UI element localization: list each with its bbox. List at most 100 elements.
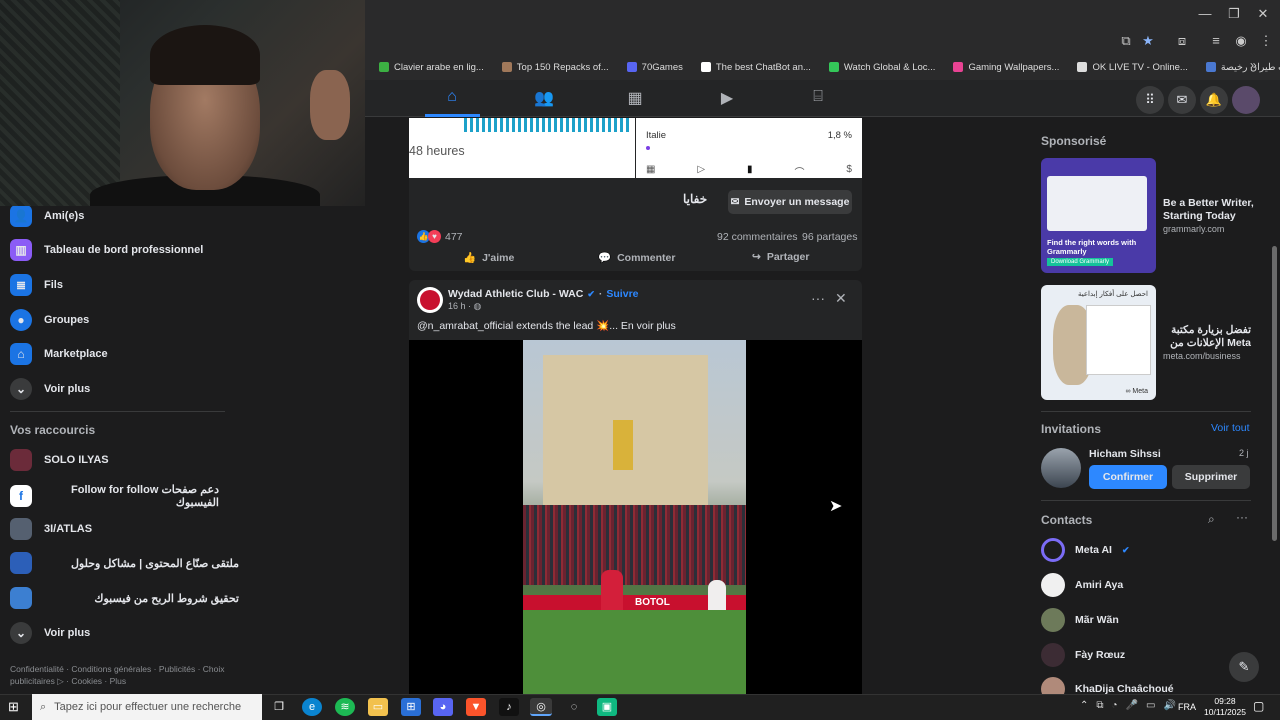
menu-grid-icon[interactable]: ⠿ [1136,86,1164,114]
more-options-icon[interactable]: ··· [811,290,825,306]
cast-icon[interactable]: ⧉ [1116,33,1136,51]
dashboard-icon[interactable]: ▦ [623,88,647,110]
bookmark[interactable]: OK LIVE TV - Online... [1073,57,1191,77]
store-icon[interactable]: ⊞ [401,698,421,716]
nav-marketplace[interactable]: ⌂ Marketplace [10,343,108,365]
video-icon[interactable]: ▶ [715,88,739,110]
scrollbar-thumb[interactable] [1272,246,1277,541]
sound-icon[interactable]: 🔊 [1163,700,1175,711]
notification-center-icon[interactable]: ▢ [1253,699,1264,713]
minimize-icon[interactable]: — [1190,6,1220,24]
page-scrollbar[interactable] [1268,118,1280,694]
ad-domain[interactable]: grammarly.com [1163,224,1224,234]
invite-name[interactable]: Hicham Sihssi [1089,448,1161,460]
friends-icon[interactable]: 👥 [532,88,556,110]
confirm-button[interactable]: Confirmer [1089,465,1167,489]
bookmark-star-icon[interactable]: ★ [1138,33,1158,51]
bookmark[interactable]: Watch Global & Loc... [825,57,940,77]
marketplace-icon[interactable]: ⌸ [806,88,830,110]
file-explorer-icon[interactable]: ▭ [368,698,388,716]
nav-feeds[interactable]: ≣ Fils [10,274,63,296]
shortcut-item[interactable]: تحقيق شروط الربح من فيسبوك [10,587,239,609]
sponsor-banner-text: BOTOL [635,597,670,608]
ad-image-grammarly[interactable]: Find the right words with Grammarly Down… [1041,158,1156,273]
tray-app-icon[interactable]: ⧉ [1096,700,1103,711]
profile-icon[interactable]: ◉ [1231,33,1251,51]
android-app-icon[interactable]: ▣ [597,698,617,716]
nav-professional-dashboard[interactable]: ▥ Tableau de bord professionnel [10,239,203,261]
bookmark[interactable]: The best ChatBot an... [697,57,815,77]
tiktok-icon[interactable]: ♪ [499,698,519,716]
clock[interactable]: 09:28 10/11/2025 [1200,696,1250,718]
network-icon[interactable]: ▭ [1146,700,1155,711]
contact-item[interactable]: Amiri Aya [1041,573,1123,597]
extensions-icon[interactable]: ⧈ [1172,33,1192,51]
shortcut-item[interactable]: f Follow for follow دعم صفحات الفيسبوك [10,483,219,509]
messenger-icon[interactable]: ✉ [1168,86,1196,114]
footer-links[interactable]: Confidentialité · Conditions générales ·… [10,663,230,687]
share-count[interactable]: 96 partages [802,231,857,243]
app-icon[interactable]: ◌ [564,698,584,716]
share-button[interactable]: ↪ Partager [752,251,809,263]
task-view-icon[interactable]: ❐ [269,698,289,716]
ad-domain[interactable]: meta.com/business [1163,351,1241,361]
comment-button[interactable]: 💬 Commenter [598,251,676,265]
post-time[interactable]: 16 h · [448,301,474,311]
new-message-icon[interactable]: ✎ [1229,652,1259,682]
bookmark[interactable]: رحلات طيران رخيصة... [1202,57,1280,77]
post-author[interactable]: Wydad Athletic Club - WAC [448,288,583,300]
windows-start-icon[interactable]: ⊞ [8,699,19,715]
contact-item[interactable]: Mãr Wãn [1041,608,1119,632]
see-all-link[interactable]: Voir tout [1211,422,1250,434]
language-indicator[interactable]: FRA [1178,702,1196,712]
brave-icon[interactable]: ▼ [466,698,486,716]
discord-icon[interactable]: ◕ [433,698,453,716]
contact-item[interactable]: Meta AI ✔ [1041,538,1130,562]
tray-up-icon[interactable]: ⌃ [1080,700,1088,711]
mic-icon[interactable]: 🎤 [1126,700,1138,711]
wac-avatar[interactable] [417,287,443,313]
follow-link[interactable]: Suivre [606,288,638,300]
shortcut-item[interactable]: 3I/ATLAS [10,518,92,540]
close-window-icon[interactable]: ✕ [1248,6,1278,24]
close-post-icon[interactable]: ✕ [835,290,847,307]
shortcut-item[interactable]: ملتقى صنّاع المحتوى | مشاكل وحلول [10,552,239,574]
post-text[interactable]: @n_amrabat_official extends the lead 💥..… [417,319,676,332]
ad-image-meta[interactable]: احصل على أفكار إبداعية ∞ Meta [1041,285,1156,400]
invite-avatar[interactable] [1041,448,1081,488]
search-contacts-icon[interactable]: ⌕ [1208,512,1215,527]
comment-label: Commenter [617,251,676,264]
bookmark[interactable]: Top 150 Repacks of... [498,57,613,77]
page-name[interactable]: خفايا [683,192,707,206]
home-icon[interactable]: ⌂ [440,88,464,110]
menu-icon[interactable]: ⋮ [1256,33,1276,51]
account-avatar[interactable] [1232,86,1260,114]
bookmarks-overflow-icon[interactable]: » [1250,58,1257,72]
delete-button[interactable]: Supprimer [1172,465,1250,489]
reactions-summary[interactable]: 👍 ♥ 477 [417,230,463,243]
ad-title[interactable]: Be a Better Writer, Starting Today [1163,197,1258,223]
contact-item[interactable]: Fày Rœuz [1041,643,1125,667]
bookmark[interactable]: 70Games [623,57,687,77]
comment-count[interactable]: 92 commentaires [717,231,798,243]
contacts-options-icon[interactable]: ··· [1236,510,1248,524]
nav-friends[interactable]: 👤 Ami(e)s [10,205,84,227]
bookmark[interactable]: Gaming Wallpapers... [949,57,1063,77]
maximize-icon[interactable]: ❐ [1219,6,1249,24]
notifications-icon[interactable]: 🔔 [1200,86,1228,114]
like-button[interactable]: 👍 J'aime [463,251,514,265]
shortcut-item[interactable]: SOLO ILYAS [10,449,109,471]
spotify-icon[interactable]: ≋ [335,698,355,716]
shortcut-label: SOLO ILYAS [44,454,109,466]
tray-app-icon[interactable]: ◔ [1112,700,1118,711]
taskbar-search-box[interactable]: ⌕ Tapez ici pour effectuer une recherche [32,694,262,720]
ad-title[interactable]: تفضل بزيارة مكتبة الإعلانات من Meta [1163,324,1251,350]
media-icon[interactable]: ≡ [1206,33,1226,51]
nav-see-more[interactable]: ⌄ Voir plus [10,378,90,400]
bookmark[interactable]: Clavier arabe en lig... [375,57,488,77]
edge-icon[interactable]: e [302,698,322,716]
chrome-icon[interactable]: ◎ [530,698,552,716]
shortcuts-see-more[interactable]: ⌄ Voir plus [10,622,90,644]
nav-groups[interactable]: ● Groupes [10,309,89,331]
send-message-button[interactable]: ✉ Envoyer un message [728,190,852,214]
